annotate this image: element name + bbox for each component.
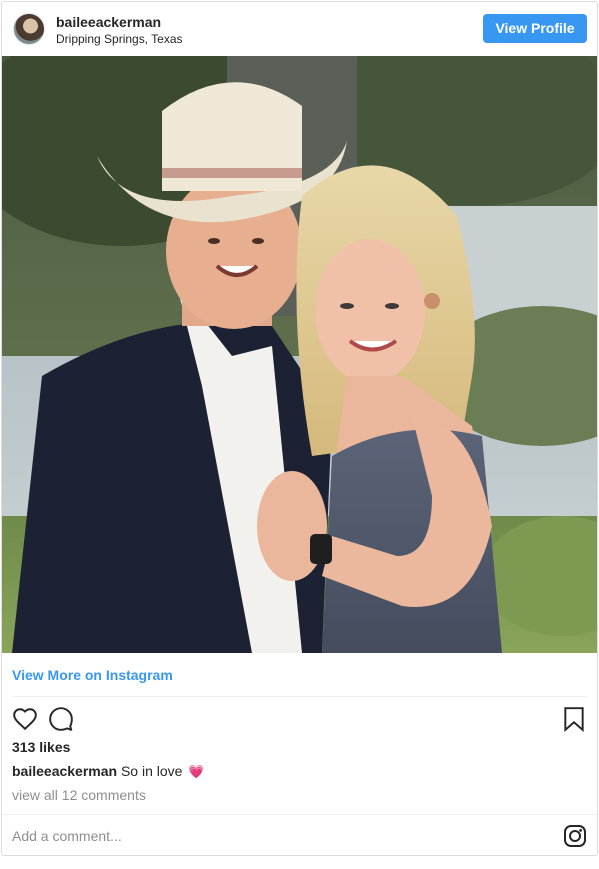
avatar[interactable]: [13, 13, 45, 45]
view-comments-link[interactable]: view all 12 comments: [12, 787, 146, 803]
add-comment-input[interactable]: Add a comment...: [12, 828, 122, 844]
instagram-icon[interactable]: [563, 824, 587, 848]
heart-emoji-icon: 💗: [188, 764, 205, 779]
instagram-embed-card: baileeackerman Dripping Springs, Texas V…: [1, 1, 598, 856]
view-more-link[interactable]: View More on Instagram: [12, 667, 173, 683]
post-photo[interactable]: [2, 56, 597, 653]
username[interactable]: baileeackerman: [56, 14, 183, 31]
user-info: baileeackerman Dripping Springs, Texas: [56, 14, 183, 47]
caption: baileeackerman So in love 💗: [12, 763, 205, 780]
location[interactable]: Dripping Springs, Texas: [56, 32, 183, 47]
caption-text: So in love: [120, 763, 183, 779]
caption-username[interactable]: baileeackerman: [12, 763, 117, 779]
view-profile-button[interactable]: View Profile: [483, 14, 587, 43]
divider: [2, 814, 597, 815]
likes-count[interactable]: 313 likes: [12, 739, 70, 755]
comment-bubble-icon[interactable]: [48, 706, 74, 732]
post-header: baileeackerman Dripping Springs, Texas V…: [2, 2, 597, 56]
photo-illustration: [2, 56, 597, 653]
action-bar: [2, 702, 597, 734]
heart-outline-icon[interactable]: [12, 706, 38, 732]
bookmark-icon[interactable]: [561, 706, 587, 732]
divider: [12, 696, 587, 697]
